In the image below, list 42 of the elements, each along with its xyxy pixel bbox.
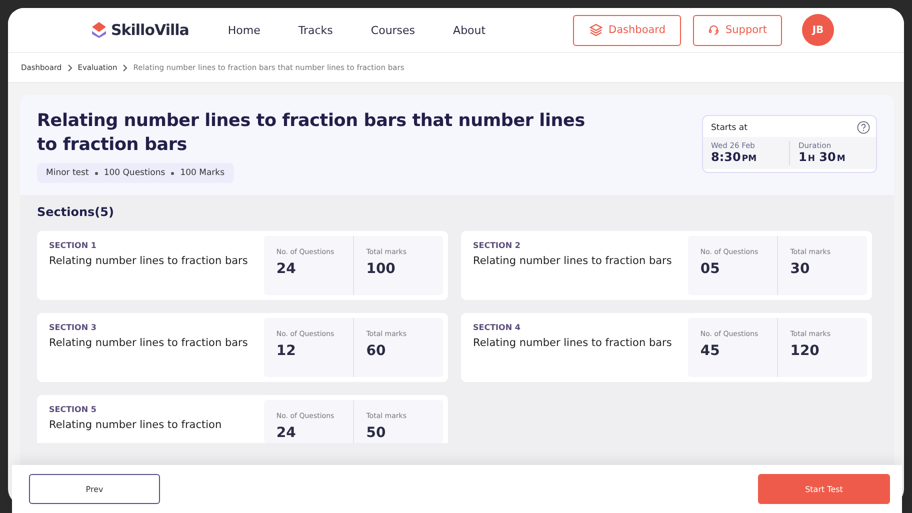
schedule-label: Starts at: [711, 122, 748, 132]
nav-link[interactable]: Courses: [358, 24, 428, 36]
section-label: SECTION 5: [49, 405, 98, 414]
marks-value: 120: [790, 343, 820, 359]
questions-count: 05: [700, 261, 721, 277]
section-name: Relating number lines to fraction bars: [49, 336, 249, 351]
chevron-icon: [122, 64, 128, 72]
test-title: Relating number lines to fraction bars that number lines to fraction bars: [37, 110, 586, 157]
section-name: Relating number lines to fraction bars: [473, 254, 673, 269]
separator-dot: [94, 172, 98, 174]
questions-count: 24: [276, 261, 297, 277]
questions-count: 24: [276, 425, 297, 441]
nav-link[interactable]: Home: [214, 24, 274, 36]
brand-name[interactable]: SkilloVilla: [111, 21, 189, 39]
marks-value: 100: [366, 261, 396, 277]
duration-value: 1 H 30 M: [798, 150, 846, 164]
section-label: SECTION 2: [473, 241, 522, 250]
section-label: SECTION 3: [49, 323, 98, 332]
chevron-icon: [66, 64, 73, 72]
headset-icon: [708, 23, 720, 37]
marks-value: 60: [366, 343, 387, 359]
marks-value: 30: [790, 261, 811, 277]
meta-text: 100 Marks: [180, 168, 225, 178]
section-label: SECTION 4: [473, 323, 522, 332]
meta-text: Minor test: [46, 168, 89, 178]
logo-icon: [90, 21, 108, 39]
section-name: Relating number lines to fraction bars: [473, 336, 673, 351]
sections-heading: Sections(5): [37, 205, 115, 219]
start-time: 8:30 PM: [711, 150, 758, 164]
prev-button[interactable]: Prev: [29, 474, 160, 504]
separator-dot: [171, 172, 174, 174]
nav-link[interactable]: Tracks: [285, 24, 346, 36]
marks-value: 50: [366, 425, 387, 441]
questions-count: 12: [276, 343, 297, 359]
questions-count: 45: [700, 343, 721, 359]
layers-icon: [588, 23, 603, 37]
nav-link[interactable]: About: [440, 24, 499, 36]
meta-text: 100 Questions: [104, 168, 166, 178]
section-label: SECTION 1: [49, 241, 98, 250]
help-icon[interactable]: [857, 121, 870, 134]
section-name: Relating number lines to fraction bars: [49, 254, 249, 269]
section-name: Relating number lines to fraction: [49, 418, 223, 433]
